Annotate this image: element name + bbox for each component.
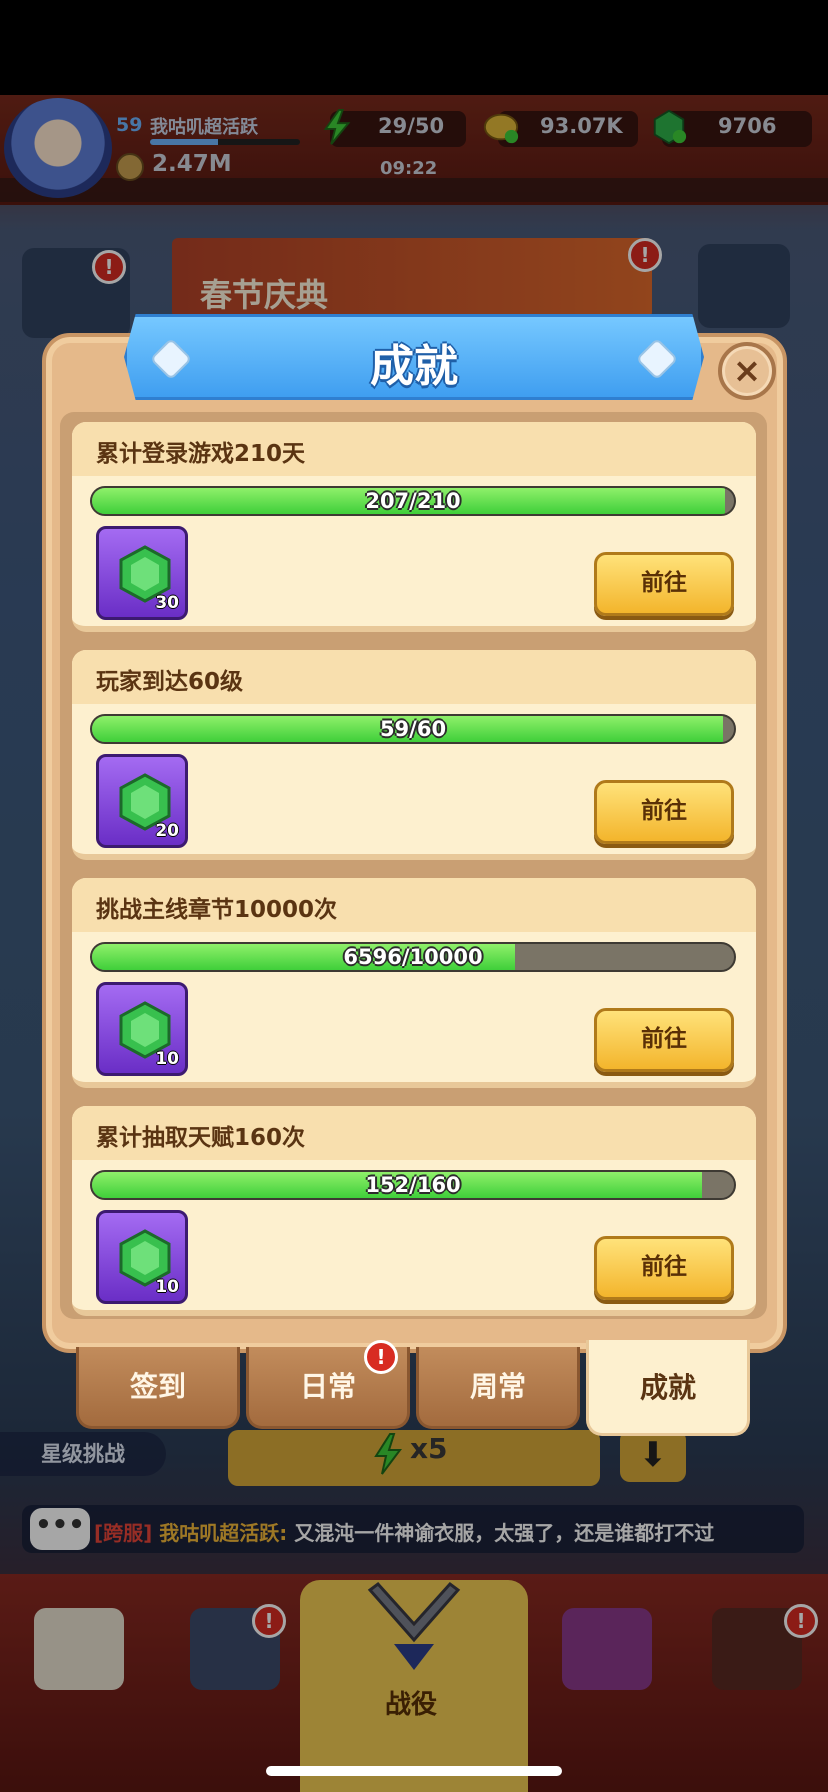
reward-count: 20 [155,821,179,841]
achievement-progress-bar: 59/60 [90,714,736,744]
reward-count: 10 [155,1049,179,1069]
achievement-progress-text: 207/210 [365,489,461,513]
reward-item[interactable]: 20 [96,754,188,848]
achievement-title: 挑战主线章节10000次 [96,897,338,923]
achievement-card: 玩家到达60级 59/60 20 前往 [72,650,756,860]
achievement-title: 玩家到达60级 [96,669,244,695]
close-icon: × [732,351,762,391]
achievement-card: 累计登录游戏210天 207/210 30 前往 [72,422,756,632]
achievement-title: 累计登录游戏210天 [96,441,306,467]
achievement-progress-text: 152/160 [365,1173,461,1197]
go-button[interactable]: 前往 [594,1236,734,1300]
achievement-progress-bar: 6596/10000 [90,942,736,972]
reward-count: 10 [155,1277,179,1297]
achievement-title: 累计抽取天赋160次 [96,1125,306,1151]
achievement-card: 累计抽取天赋160次 152/160 10 前往 [72,1106,756,1316]
achievement-progress-bar: 152/160 [90,1170,736,1200]
tab-achievement[interactable]: 成就 [586,1340,750,1436]
reward-item[interactable]: 30 [96,526,188,620]
alert-icon: ! [364,1340,398,1374]
close-button[interactable]: × [718,342,776,400]
tab-checkin[interactable]: 签到 [76,1347,240,1429]
go-button[interactable]: 前往 [594,780,734,844]
go-button[interactable]: 前往 [594,552,734,616]
game-screen: 59 我咕叽超活跃 2.47M 29/50 09:22 93.07K 9706 … [0,0,828,1792]
dialog-title: 成就 [370,341,458,392]
home-indicator[interactable] [266,1766,562,1776]
achievement-progress-text: 59/60 [379,717,447,741]
achievement-progress-bar: 207/210 [90,486,736,516]
go-button[interactable]: 前往 [594,1008,734,1072]
reward-item[interactable]: 10 [96,1210,188,1304]
achievement-card: 挑战主线章节10000次 6596/10000 10 前往 [72,878,756,1088]
achievement-progress-text: 6596/10000 [343,945,483,969]
tab-weekly[interactable]: 周常 [416,1347,580,1429]
reward-count: 30 [155,593,179,613]
reward-item[interactable]: 10 [96,982,188,1076]
